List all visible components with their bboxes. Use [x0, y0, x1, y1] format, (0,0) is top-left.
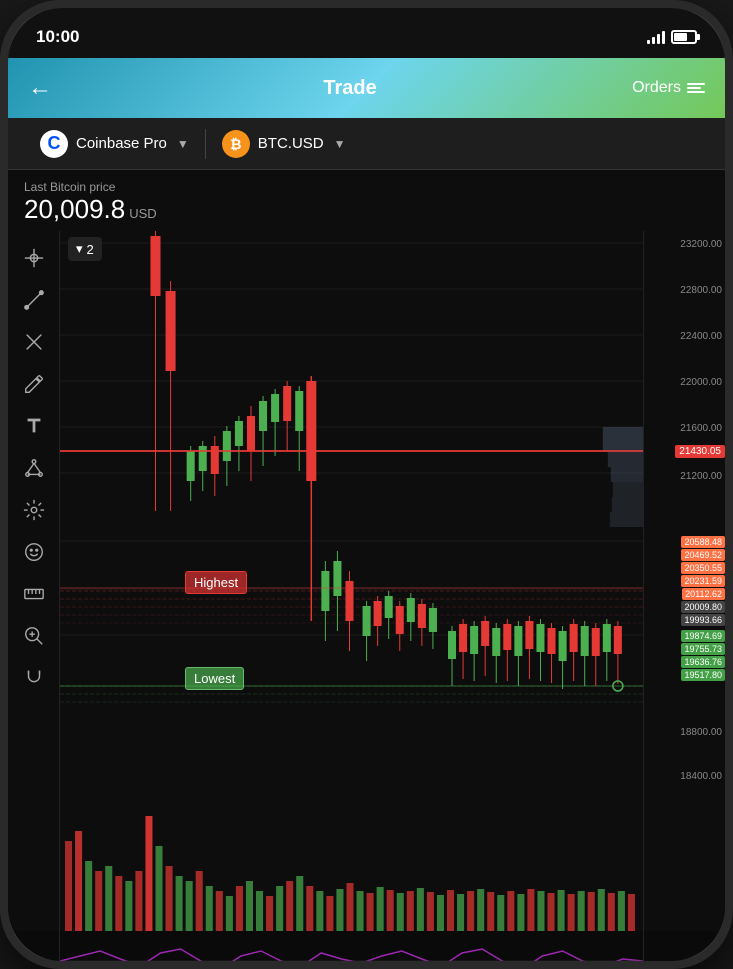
price-22800: 22800.00 — [680, 285, 722, 296]
indicator-chart — [60, 931, 643, 961]
btc-logo-icon: ₿ — [222, 130, 250, 158]
price-21200: 21200.00 — [680, 471, 722, 482]
signal-bars-icon — [647, 30, 665, 44]
page-title: Trade — [323, 77, 376, 100]
indicator-area: 40.00 — [8, 931, 725, 961]
volume-axis — [643, 811, 725, 931]
nodes-tool-button[interactable] — [15, 449, 53, 487]
price-currency: USD — [129, 206, 156, 221]
price-value: 20,009.8 — [24, 194, 125, 225]
price-23200: 23200.00 — [680, 239, 722, 250]
price-21600: 21600.00 — [680, 423, 722, 434]
period-down-arrow: ▾ — [76, 241, 83, 257]
battery-icon — [671, 30, 697, 44]
emoji-tool-button[interactable] — [15, 533, 53, 571]
line-tool-button[interactable] — [15, 281, 53, 319]
orders-icon — [687, 83, 705, 93]
ruler-tool-button[interactable] — [15, 575, 53, 613]
highest-annotation: Highest — [185, 571, 247, 594]
exchange-selector[interactable]: C Coinbase Pro ▼ — [24, 122, 205, 166]
pencil-tool-button[interactable] — [15, 365, 53, 403]
volume-canvas — [60, 811, 643, 931]
orders-label: Orders — [632, 79, 681, 97]
pair-dropdown-arrow: ▼ — [334, 137, 346, 151]
indicator-axis: 40.00 — [643, 931, 725, 961]
exchange-bar: C Coinbase Pro ▼ ₿ BTC.USD ▼ — [8, 118, 725, 170]
price-19636: 19636.76 — [681, 656, 725, 668]
candlestick-chart — [60, 231, 643, 811]
coinbase-logo: C — [40, 130, 68, 158]
price-19517: 19517.80 — [681, 669, 725, 681]
price-18800: 18800.00 — [680, 727, 722, 738]
highest-label: Highest — [185, 571, 247, 594]
pair-selector[interactable]: ₿ BTC.USD ▼ — [206, 122, 362, 166]
period-selector[interactable]: ▾ 2 — [68, 237, 102, 261]
status-time: 10:00 — [36, 27, 79, 47]
notch — [267, 8, 467, 40]
price-20112: 20112.62 — [682, 588, 725, 600]
price-20009: 20009.80 — [681, 601, 725, 613]
crosshair-button[interactable] — [15, 239, 53, 277]
price-info: Last Bitcoin price 20,009.8 USD — [8, 170, 725, 231]
filter-tool-button[interactable] — [15, 491, 53, 529]
price-19755: 19755.73 — [681, 643, 725, 655]
price-20231: 20231.59 — [681, 575, 725, 587]
battery-fill — [674, 33, 687, 41]
price-20588: 20588.48 — [681, 536, 725, 548]
price-20469: 20469.52 — [681, 549, 725, 561]
zoom-button[interactable] — [15, 617, 53, 655]
indicator-canvas — [60, 931, 643, 961]
back-button[interactable]: ← — [28, 74, 68, 102]
price-22000: 22000.00 — [680, 377, 722, 388]
pair-name: BTC.USD — [258, 135, 324, 152]
volume-area — [8, 811, 725, 931]
price-19993: 19993.66 — [681, 614, 725, 626]
status-icons — [647, 30, 697, 44]
price-22400: 22400.00 — [680, 331, 722, 342]
period-value: 2 — [87, 242, 94, 257]
chart-canvas[interactable]: ▾ 2 — [60, 231, 643, 811]
chart-main: ▾ 2 — [8, 231, 725, 811]
fork-tool-button[interactable] — [15, 323, 53, 361]
chart-toolbar — [8, 231, 60, 811]
exchange-name: Coinbase Pro — [76, 135, 167, 152]
orders-button[interactable]: Orders — [632, 79, 705, 97]
volume-chart — [60, 811, 643, 931]
text-tool-button[interactable] — [15, 407, 53, 445]
price-axis: 23200.00 22800.00 22400.00 22000.00 2160… — [643, 231, 725, 811]
price-20350: 20350.55 — [681, 562, 725, 574]
lowest-annotation: Lowest — [185, 667, 244, 690]
price-19874: 19874.69 — [681, 630, 725, 642]
magnet-button[interactable] — [15, 659, 53, 697]
current-price-badge: 21430.05 — [675, 445, 725, 458]
price-18400: 18400.00 — [680, 771, 722, 782]
phone-inner: 10:00 ← Trade Orders — [8, 8, 725, 961]
price-label: Last Bitcoin price — [24, 180, 709, 194]
exchange-dropdown-arrow: ▼ — [177, 137, 189, 151]
phone-frame: 10:00 ← Trade Orders — [0, 0, 733, 969]
header: ← Trade Orders — [8, 58, 725, 118]
lowest-label: Lowest — [185, 667, 244, 690]
